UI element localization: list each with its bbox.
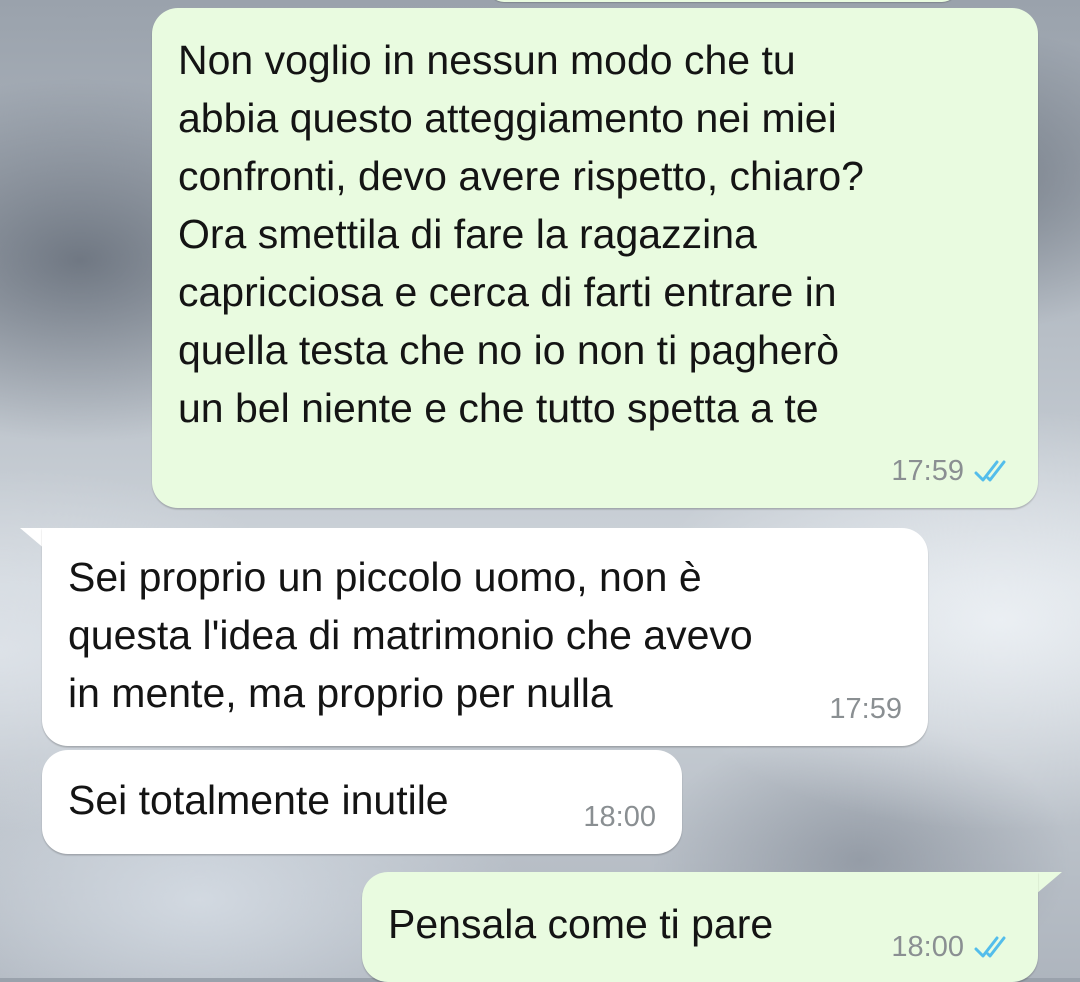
outgoing-message-bubble[interactable]: Non voglio in nessun modo che tu abbia q… (152, 8, 1038, 508)
previous-message-bubble-edge (488, 0, 958, 2)
message-meta: 18:00 (891, 930, 1016, 964)
incoming-message-bubble[interactable]: Sei proprio un piccolo uomo, non è quest… (42, 528, 928, 746)
outgoing-message-bubble[interactable]: Pensala come ti pare 18:00 (362, 872, 1038, 982)
message-time: 17:59 (891, 455, 964, 487)
message-time: 18:00 (583, 801, 656, 833)
double-check-read-icon (974, 460, 1006, 482)
message-meta: 17:59 (891, 454, 1016, 488)
double-check-read-icon (974, 936, 1006, 958)
message-text: Pensala come ti pare (388, 901, 774, 947)
message-time: 17:59 (829, 693, 902, 725)
incoming-message-bubble[interactable]: Sei totalmente inutile 18:00 (42, 750, 682, 854)
message-text: Sei proprio un piccolo uomo, non è quest… (68, 554, 753, 716)
message-text: Non voglio in nessun modo che tu abbia q… (178, 37, 864, 431)
message-text: Sei totalmente inutile (68, 777, 449, 823)
message-meta: 17:59 (829, 692, 902, 726)
message-time: 18:00 (891, 931, 964, 963)
outgoing-bubble-tail (1036, 872, 1062, 894)
message-meta: 18:00 (583, 800, 656, 834)
